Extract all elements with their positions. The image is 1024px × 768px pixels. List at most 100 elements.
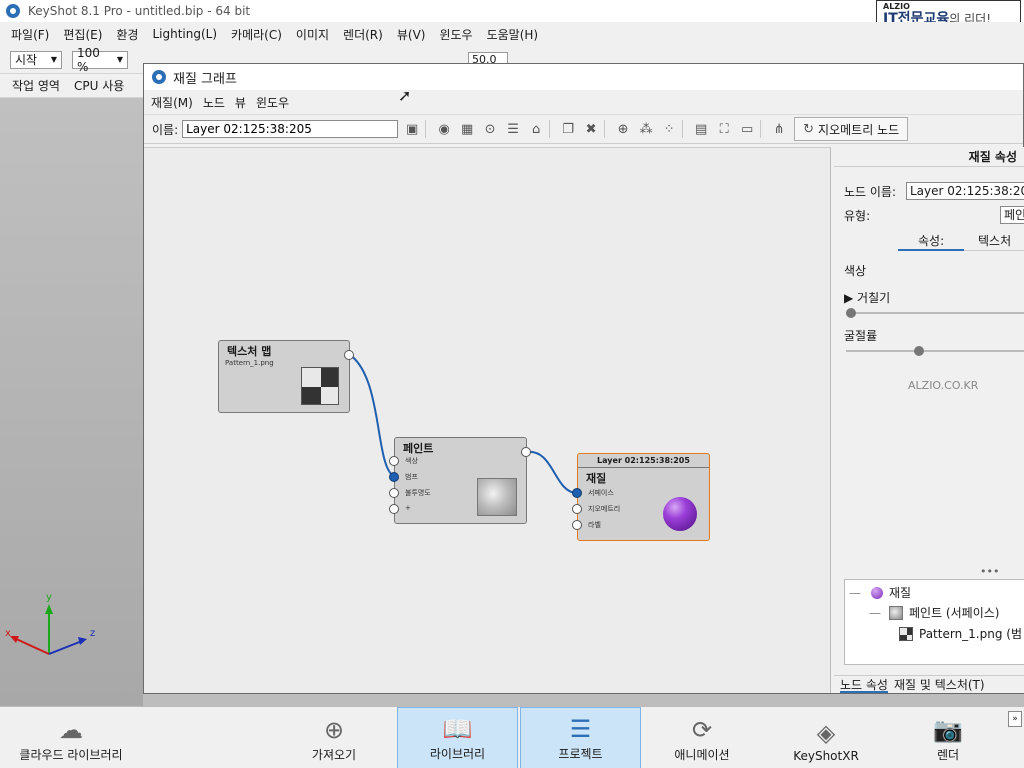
adjust-icon[interactable]: ☰ <box>504 120 522 138</box>
material-sphere-preview <box>663 497 697 531</box>
material-sphere-icon <box>871 586 883 599</box>
material-name-input[interactable] <box>182 120 399 138</box>
tree-item-texture[interactable]: Pattern_1.png (범 <box>899 625 1022 642</box>
menu-edit[interactable]: 편집(E) <box>56 26 109 43</box>
fit-view-icon[interactable]: ⛶ <box>715 120 733 138</box>
material-node-title: 재질 <box>586 472 607 485</box>
add-node-icon[interactable]: ⊕ <box>614 120 632 138</box>
axis-x-label: x <box>5 628 11 639</box>
dock-animation[interactable]: ⟳ 애니메이션 <box>652 707 752 768</box>
tree-item-paint-label: 페인트 (서페이스) <box>909 606 1000 620</box>
keyshot-logo-icon <box>6 4 20 18</box>
cpu-usage-label[interactable]: CPU 사용 <box>74 77 124 94</box>
dock-more-button[interactable]: » <box>1008 711 1022 727</box>
geometry-node-button[interactable]: ↻ 지오메트리 노드 <box>794 117 909 141</box>
texture-map-node[interactable]: 텍스처 맵 Pattern_1.png <box>218 340 354 413</box>
refraction-slider-track[interactable] <box>846 350 1024 352</box>
connection-paint-to-material <box>525 450 578 494</box>
tree-item-material[interactable]: — 재질 <box>849 584 911 601</box>
tab-material-texture[interactable]: 재질 및 텍스처(T) <box>894 676 985 693</box>
toolbar-separator <box>549 120 551 138</box>
refresh-icon: ↻ <box>803 121 815 137</box>
type-select[interactable]: 페인 <box>1000 206 1024 224</box>
dock-cloud-library[interactable]: ☁ 클라우드 라이브러리 <box>6 707 136 768</box>
mode-select[interactable]: 시작 ▼ <box>10 50 62 69</box>
import-icon: ⊕ <box>323 716 345 744</box>
paint-add-port[interactable] <box>389 504 399 514</box>
menu-lighting[interactable]: Lighting(L) <box>145 27 224 41</box>
node-name-field[interactable]: Layer 02:125:38:205 <box>906 182 1024 200</box>
refraction-slider-handle[interactable] <box>914 346 925 356</box>
connection-texture-to-paint <box>348 353 396 478</box>
paint-color-port[interactable] <box>389 456 399 466</box>
tab-node-properties[interactable]: 노드 속성 <box>840 676 888 693</box>
watermark-text: ALZIO.CO.KR <box>908 379 979 392</box>
roughness-slider-handle[interactable] <box>846 308 857 318</box>
collapse-icon[interactable]: — <box>849 586 861 600</box>
mg-menu-window[interactable]: 윈도우 <box>251 94 294 111</box>
menu-environment[interactable]: 환경 <box>109 26 145 43</box>
save-icon[interactable]: ▣ <box>403 120 421 138</box>
unlink-nodes-icon[interactable]: ⁘ <box>660 120 678 138</box>
dock-import[interactable]: ⊕ 가져오기 <box>284 707 384 768</box>
menu-image[interactable]: 이미지 <box>289 26 336 43</box>
arrange-icon[interactable]: ▤ <box>692 120 710 138</box>
paint-opacity-port[interactable] <box>389 488 399 498</box>
workspace-label[interactable]: 작업 영역 <box>12 77 60 94</box>
mg-menu-node[interactable]: 노드 <box>198 94 230 111</box>
material-graph-toolbar: 이름: ▣ ◉ ▦ ⊙ ☰ ⌂ ❐ ✖ ⊕ ⁂ ⁘ ▤ ⛶ ▭ ⋔ ↻ 지오메트… <box>144 114 1023 144</box>
tab-texture[interactable]: 텍스처 <box>978 232 1011 249</box>
paint-output-port[interactable] <box>521 447 531 457</box>
project-icon: ☰ <box>569 715 592 743</box>
roughness-slider-track[interactable] <box>846 312 1024 314</box>
paint-bump-port[interactable] <box>389 472 399 482</box>
menu-file[interactable]: 파일(F) <box>4 26 56 43</box>
texture-output-port[interactable] <box>344 350 354 360</box>
cloud-icon: ☁ <box>59 716 83 744</box>
mg-menu-material[interactable]: 재질(M) <box>146 94 198 111</box>
tab-divider <box>964 250 1024 251</box>
material-tree: — 재질 — 페인트 (서페이스) Pattern_1.png (범 <box>844 579 1024 665</box>
duplicate-icon[interactable]: ❐ <box>559 120 577 138</box>
dock-library[interactable]: 📖 라이브러리 <box>397 707 518 768</box>
dock-project[interactable]: ☰ 프로젝트 <box>520 707 641 768</box>
menu-window[interactable]: 윈도우 <box>432 26 479 43</box>
bottom-dock: ☁ 클라우드 라이브러리 ⊕ 가져오기 📖 라이브러리 ☰ 프로젝트 ⟳ 애니메… <box>0 706 1024 768</box>
mg-menu-view[interactable]: 뷰 <box>230 94 251 111</box>
material-surface-port[interactable] <box>572 488 582 498</box>
label-icon[interactable]: ⌂ <box>527 120 545 138</box>
render-viewport[interactable]: y x z <box>0 98 143 706</box>
roughness-label[interactable]: ▶ 거칠기 <box>844 289 890 306</box>
material-graph-title: 재질 그래프 <box>173 71 237 87</box>
animation-icon[interactable]: ⊙ <box>481 120 499 138</box>
link-nodes-icon[interactable]: ⁂ <box>637 120 655 138</box>
material-node[interactable]: Layer 02:125:38:205 재질 서페이스 지오메트리 라벨 <box>572 453 710 541</box>
collapse-icon[interactable]: — <box>869 606 881 620</box>
menu-camera[interactable]: 카메라(C) <box>224 26 289 43</box>
delete-icon[interactable]: ✖ <box>582 120 600 138</box>
dock-render[interactable]: 📷 렌더 <box>898 707 998 768</box>
material-preview-icon[interactable]: ◉ <box>435 120 453 138</box>
material-surface-label: 서페이스 <box>588 489 614 497</box>
material-graph-titlebar[interactable]: 재질 그래프 <box>144 64 1023 90</box>
menu-render[interactable]: 렌더(R) <box>336 26 390 43</box>
split-icon[interactable]: ⋔ <box>770 120 788 138</box>
paint-node[interactable]: 페인트 색상 범프 불투명도 + <box>389 437 531 524</box>
node-graph-canvas[interactable]: 텍스처 맵 Pattern_1.png 페인트 색상 범프 불투명도 + Lay… <box>144 147 831 693</box>
zoom-select[interactable]: 100 % ▼ <box>72 46 128 74</box>
menu-view[interactable]: 뷰(V) <box>390 26 433 43</box>
material-graph-menu: 재질(M) 노드 뷰 윈도우 <box>144 90 1023 114</box>
dock-import-label: 가져오기 <box>311 748 357 762</box>
tree-item-material-label: 재질 <box>889 586 912 600</box>
texture-icon[interactable]: ▦ <box>458 120 476 138</box>
more-options-icon[interactable]: ••• <box>980 565 999 578</box>
material-label-port[interactable] <box>572 520 582 530</box>
menu-help[interactable]: 도움말(H) <box>480 26 546 43</box>
material-geometry-port[interactable] <box>572 504 582 514</box>
app-title: KeyShot 8.1 Pro - untitled.bip - 64 bit <box>28 4 251 18</box>
tree-item-paint[interactable]: — 페인트 (서페이스) <box>869 604 999 621</box>
color-label: 색상 <box>844 264 867 278</box>
dock-keyshotxr[interactable]: ◈ KeyShotXR <box>776 707 876 768</box>
zoom-100-icon[interactable]: ▭ <box>738 120 756 138</box>
tab-properties[interactable]: 속성: <box>918 232 944 249</box>
